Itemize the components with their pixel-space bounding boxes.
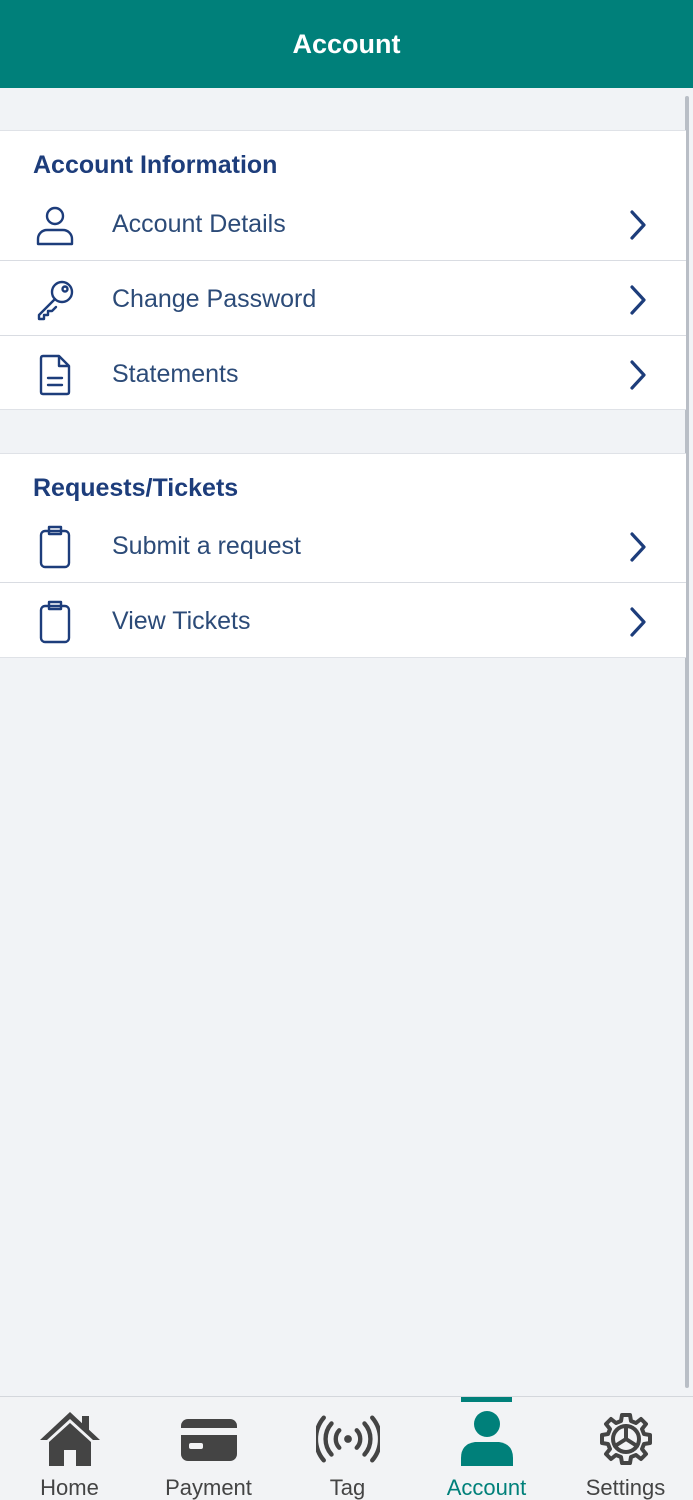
change-password-row[interactable]: Change Password <box>0 262 686 337</box>
change-password-label: Change Password <box>112 285 317 313</box>
nav-payment[interactable]: Payment <box>139 1397 278 1500</box>
section-title: Account Information <box>33 151 278 179</box>
account-details-label: Account Details <box>112 210 286 238</box>
chevron-right-icon <box>624 529 652 565</box>
account-information-section: Account Information Account Details Chan… <box>0 130 686 410</box>
nav-settings[interactable]: Settings <box>556 1397 693 1500</box>
nav-label: Settings <box>585 1475 666 1500</box>
view-tickets-row[interactable]: View Tickets <box>0 584 686 659</box>
submit-request-row[interactable]: Submit a request <box>0 509 686 584</box>
nav-label: Home <box>40 1475 99 1500</box>
clipboard-icon <box>33 525 77 569</box>
nav-label: Account <box>446 1475 527 1500</box>
divider <box>0 335 686 336</box>
divider <box>0 260 686 261</box>
chevron-right-icon <box>624 207 652 243</box>
page-title: Account <box>292 28 401 59</box>
chevron-right-icon <box>624 604 652 640</box>
account-details-row[interactable]: Account Details <box>0 187 686 262</box>
key-icon <box>33 278 77 322</box>
account-screen: Account Account Information Account Deta… <box>0 0 693 1500</box>
bottom-navigation: Home Payment Tag Account Settings <box>0 1396 693 1500</box>
nav-label: Tag <box>329 1475 366 1500</box>
document-icon <box>33 353 77 397</box>
section-title: Requests/Tickets <box>33 474 239 502</box>
credit-card-icon <box>177 1409 241 1469</box>
gear-icon <box>594 1409 658 1469</box>
nav-tag[interactable]: Tag <box>278 1397 417 1500</box>
app-header: Account <box>0 0 693 88</box>
person-icon <box>455 1409 519 1469</box>
chevron-right-icon <box>624 282 652 318</box>
nav-account[interactable]: Account <box>417 1397 556 1500</box>
nav-home[interactable]: Home <box>0 1397 139 1500</box>
clipboard-icon <box>33 600 77 644</box>
statements-label: Statements <box>112 360 239 388</box>
divider <box>0 582 686 583</box>
submit-request-label: Submit a request <box>112 532 301 560</box>
home-icon <box>38 1409 102 1469</box>
nav-label: Payment <box>165 1475 252 1500</box>
statements-row[interactable]: Statements <box>0 337 686 412</box>
signal-tag-icon <box>315 1409 380 1469</box>
chevron-right-icon <box>624 357 652 393</box>
requests-tickets-section: Requests/Tickets Submit a request View T… <box>0 453 686 658</box>
user-icon <box>33 203 77 247</box>
view-tickets-label: View Tickets <box>112 607 251 635</box>
